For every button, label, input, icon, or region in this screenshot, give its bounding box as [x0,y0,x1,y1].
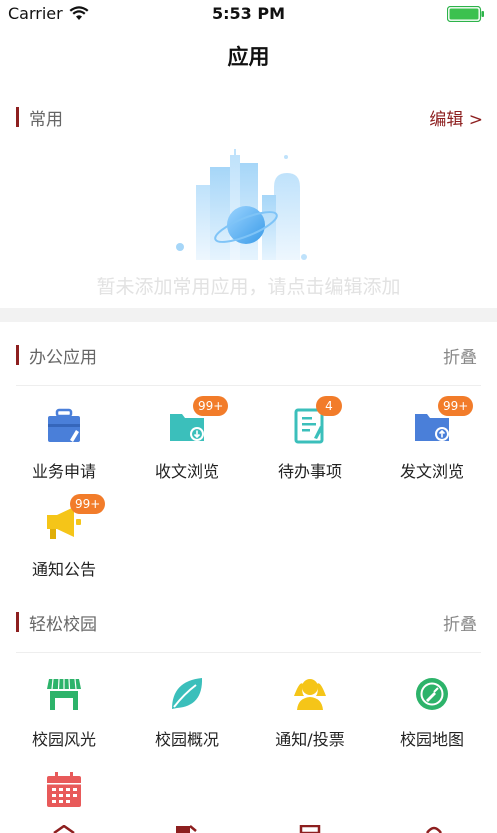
page-title: 应用 [227,45,270,69]
vote-hands-icon [292,676,328,712]
app-tile-campus-overview[interactable]: 校园概况 [125,676,249,750]
app-tile-notify-vote[interactable]: 通知/投票 [248,676,372,750]
office-section-header: 办公应用 折叠 [0,335,497,375]
app-tile-label: 待办事项 [277,462,342,481]
app-tile-label: 业务申请 [31,462,96,481]
todo-count-badge: 4 [316,396,342,416]
status-bar: Carrier 5:53 PM [0,0,497,28]
app-tile-notices[interactable]: 99+ 通知公告 [2,494,126,580]
battery-icon [447,6,484,22]
todo-document-icon: 4 [292,396,342,444]
navigation-bar: 应用 [0,28,497,84]
divider [16,652,481,653]
campus-fold-button[interactable]: 折叠 [443,610,477,635]
app-tile-business-apply[interactable]: 业务申请 [2,408,126,482]
app-tile-campus-scenery[interactable]: 校园风光 [2,676,126,750]
divider [16,385,481,386]
app-tile-label: 校园风光 [31,730,96,749]
app-tile-calendar[interactable] [2,772,126,808]
section-marker [16,345,19,365]
common-section-title: 常用 [29,110,63,130]
empty-city-illustration [176,149,307,260]
app-tile-todo[interactable]: 4 待办事项 [248,396,372,482]
common-section-header: 常用 编辑 > [0,97,497,137]
home-tab-icon[interactable] [52,825,76,833]
section-marker [16,612,19,632]
apps-tab-icon[interactable] [174,825,198,833]
app-tile-received-docs[interactable]: 99+ 收文浏览 [125,396,249,482]
app-tile-sent-docs[interactable]: 99+ 发文浏览 [370,396,494,482]
calendar-icon [46,772,82,808]
empty-state: 暂未添加常用应用，请点击编辑添加 [0,140,497,310]
empty-state-message: 暂未添加常用应用，请点击编辑添加 [96,276,401,298]
unread-count-badge: 99+ [438,396,474,416]
office-section-title: 办公应用 [29,348,97,368]
briefcase-icon [46,408,82,444]
unread-count-badge: 99+ [193,396,229,416]
folder-download-icon: 99+ [169,396,229,444]
app-tile-label: 发文浏览 [399,462,464,481]
campus-section-header: 轻松校园 折叠 [0,602,497,642]
section-separator [0,308,497,322]
app-tile-label: 收文浏览 [154,462,219,481]
folder-upload-icon: 99+ [414,396,474,444]
app-tile-label: 通知公告 [31,560,96,579]
app-tile-label: 通知/投票 [275,730,345,749]
section-marker [16,107,19,127]
campus-section-title: 轻松校园 [29,615,97,635]
app-tile-label: 校园概况 [154,730,219,749]
edit-button[interactable]: 编辑 > [429,105,483,130]
megaphone-icon: 99+ [46,494,106,542]
leaf-icon [169,676,205,712]
app-tile-campus-map[interactable]: 校园地图 [370,676,494,750]
profile-tab-icon[interactable] [422,825,446,833]
app-tile-label: 校园地图 [399,730,464,749]
unread-count-badge: 99+ [70,494,106,514]
office-fold-button[interactable]: 折叠 [443,343,477,368]
storefront-icon [46,676,82,712]
messages-tab-icon[interactable] [298,825,322,833]
map-compass-icon [414,676,450,712]
clock: 5:53 PM [211,4,285,23]
